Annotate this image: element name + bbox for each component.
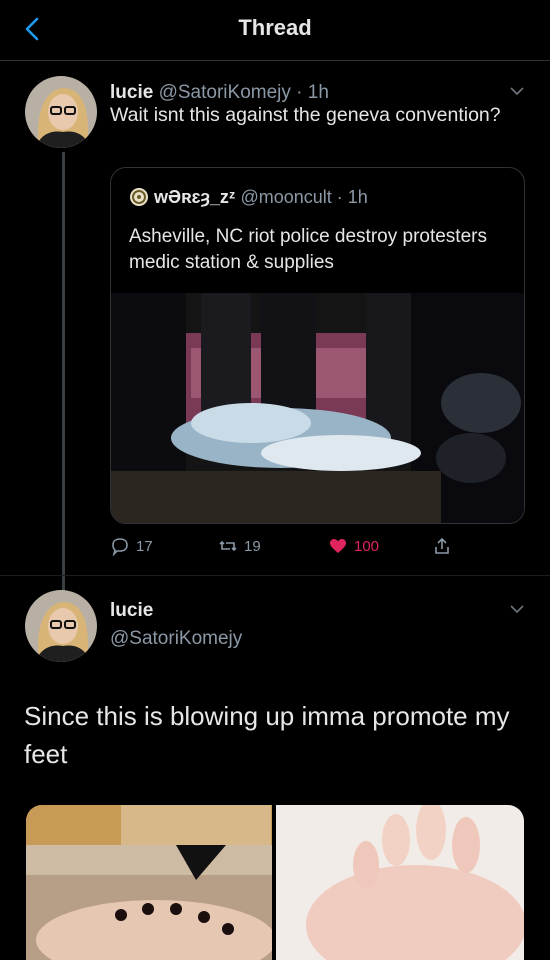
tweet-timestamp[interactable]: 1h [308, 82, 329, 103]
avatar-small [130, 188, 148, 206]
chevron-down-icon[interactable] [510, 86, 524, 96]
avatar[interactable] [25, 590, 97, 662]
retweet-button[interactable]: 19 [218, 536, 261, 556]
reply-icon [112, 538, 128, 556]
reply-count: 17 [136, 537, 153, 555]
meta-separator: · [331, 187, 348, 207]
quoted-author-name: wƏʀɛȝ_zᶻ [154, 187, 236, 207]
chevron-down-icon[interactable] [510, 604, 524, 614]
thread-connector-line [62, 152, 65, 592]
quoted-tweet-card[interactable]: wƏʀɛȝ_zᶻ @mooncult · 1h Asheville, NC ri… [110, 167, 525, 524]
quoted-timestamp: 1h [347, 187, 368, 207]
share-button[interactable] [432, 536, 452, 556]
author-name-row[interactable]: lucie [110, 600, 153, 622]
quoted-author-handle: @mooncult [240, 187, 332, 207]
quoted-author-line: wƏʀɛȝ_zᶻ @mooncult · 1h [129, 187, 368, 208]
retweet-icon [219, 540, 237, 552]
heart-filled-icon [330, 539, 346, 553]
page-title: Thread [238, 15, 312, 40]
author-name[interactable]: lucie [110, 600, 153, 621]
like-count: 100 [354, 537, 380, 555]
tweet-actions-bar: 17 19 100 [110, 536, 530, 560]
tweet-author-line[interactable]: lucie @SatoriKomejy · 1h [110, 82, 329, 104]
quoted-tweet-photo[interactable] [111, 293, 524, 523]
author-name[interactable]: lucie [110, 82, 153, 103]
quoted-tweet-text: Asheville, NC riot police destroy protes… [129, 226, 487, 273]
author-handle: @SatoriKomejy [110, 628, 243, 649]
tweet-text: Wait isnt this against the geneva conven… [110, 104, 501, 126]
tweet-text: Since this is blowing up imma promote my… [24, 701, 510, 769]
tweet-photo[interactable] [26, 805, 272, 960]
meta-separator: · [290, 82, 308, 103]
app-header: Thread [0, 0, 550, 61]
share-icon [435, 537, 449, 554]
avatar[interactable] [25, 76, 97, 148]
retweet-count: 19 [244, 537, 261, 555]
tweet-photo[interactable] [276, 805, 524, 960]
reply-button[interactable]: 17 [110, 536, 153, 556]
divider [0, 575, 550, 576]
like-button[interactable]: 100 [328, 536, 379, 556]
author-handle: @SatoriKomejy [158, 82, 291, 103]
